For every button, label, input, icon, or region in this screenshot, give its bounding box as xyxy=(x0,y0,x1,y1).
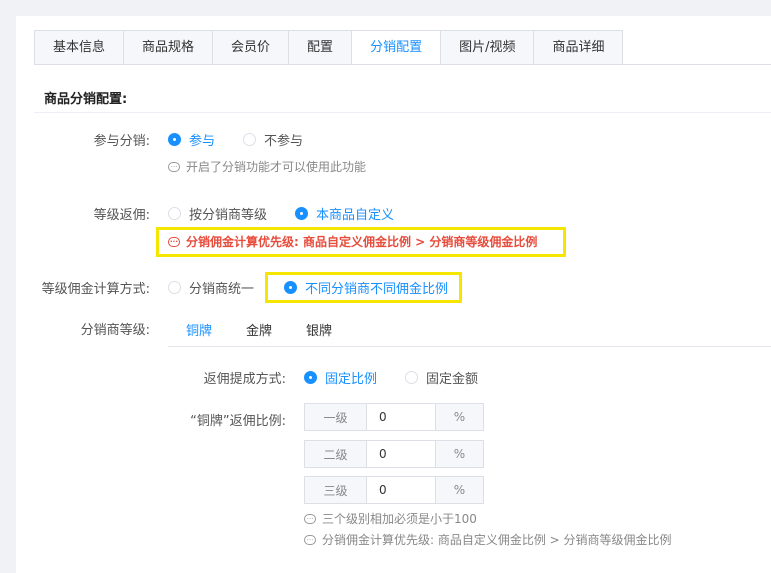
radio-dot xyxy=(243,133,257,146)
rate-sum-tip: ··· 三个级别相加必须是小于100 xyxy=(304,510,477,527)
radio-dot xyxy=(168,133,181,146)
tabs-divider xyxy=(34,64,771,65)
radio-calc-unified[interactable]: 分销商统一 xyxy=(168,278,254,297)
participate-tip: ··· 开启了分销功能才可以使用此功能 xyxy=(168,158,366,175)
level-rebate-radio-group: 按分销商等级 本商品自定义 xyxy=(168,204,422,223)
rate-priority-tip: ··· 分销佣金计算优先级: 商品自定义佣金比例 > 分销商等级佣金比例 xyxy=(304,531,672,548)
rebate-method-label: 返佣提成方式: xyxy=(203,372,286,387)
info-icon: ··· xyxy=(168,236,180,247)
radio-rebate-by-level[interactable]: 按分销商等级 xyxy=(168,204,267,223)
rate-level-prefix: 二级 xyxy=(304,440,366,468)
radio-fixed-amount[interactable]: 固定金额 xyxy=(405,368,478,387)
tab-member-price[interactable]: 会员价 xyxy=(212,30,289,65)
tab-config[interactable]: 配置 xyxy=(288,30,352,65)
radio-dot xyxy=(295,207,309,220)
rate-input-level-2[interactable]: 0 xyxy=(366,440,436,468)
rate-row-level-2: 二级 0 % xyxy=(304,440,484,468)
level-tab-silver[interactable]: 银牌 xyxy=(306,320,332,347)
calc-method-label: 等级佣金计算方式: xyxy=(41,282,150,297)
info-icon: ··· xyxy=(304,513,316,524)
info-icon: ··· xyxy=(168,161,180,172)
rate-unit-suffix: % xyxy=(436,403,484,431)
rate-unit-suffix: % xyxy=(436,440,484,468)
rate-level-prefix: 三级 xyxy=(304,476,366,504)
tab-distribution[interactable]: 分销配置 xyxy=(351,30,441,65)
radio-dot xyxy=(304,371,317,384)
priority-tip: ··· 分销佣金计算优先级: 商品自定义佣金比例 > 分销商等级佣金比例 xyxy=(168,235,538,249)
participate-label: 参与分销: xyxy=(93,134,150,149)
tab-detail[interactable]: 商品详细 xyxy=(533,30,624,65)
level-tabs-divider xyxy=(168,346,771,347)
rate-label: “铜牌”返佣比例: xyxy=(190,414,286,429)
level-tab-gold[interactable]: 金牌 xyxy=(246,320,272,347)
rate-input-level-3[interactable]: 0 xyxy=(366,476,436,504)
rate-row-level-3: 三级 0 % xyxy=(304,476,484,504)
rate-unit-suffix: % xyxy=(436,476,484,504)
radio-dot xyxy=(168,207,181,220)
section-title: 商品分销配置: xyxy=(44,92,128,107)
radio-rebate-custom[interactable]: 本商品自定义 xyxy=(295,204,394,223)
radio-dot xyxy=(168,281,181,294)
tab-basic-info[interactable]: 基本信息 xyxy=(34,30,124,65)
level-rebate-label: 等级返佣: xyxy=(93,208,150,223)
product-tabs: 基本信息 商品规格 会员价 配置 分销配置 图片/视频 商品详细 xyxy=(34,30,624,65)
section-divider xyxy=(34,112,771,113)
participate-radio-group: 参与 不参与 xyxy=(168,130,331,149)
level-tab-bronze[interactable]: 铜牌 xyxy=(186,320,212,347)
rate-level-prefix: 一级 xyxy=(304,403,366,431)
rate-input-level-1[interactable]: 0 xyxy=(366,403,436,431)
tab-media[interactable]: 图片/视频 xyxy=(440,30,534,65)
distributor-level-tabs: 铜牌 金牌 银牌 xyxy=(186,320,366,347)
radio-dot xyxy=(405,371,419,384)
rate-row-level-1: 一级 0 % xyxy=(304,403,484,431)
rebate-method-radio-group: 固定比例 固定金额 xyxy=(304,368,506,387)
product-edit-card: 基本信息 商品规格 会员价 配置 分销配置 图片/视频 商品详细 商品分销配置:… xyxy=(16,16,771,573)
tab-spec[interactable]: 商品规格 xyxy=(123,30,213,65)
radio-fixed-ratio[interactable]: 固定比例 xyxy=(304,368,377,387)
distributor-level-label: 分销商等级: xyxy=(80,323,150,338)
radio-participate-yes[interactable]: 参与 xyxy=(168,130,215,149)
radio-participate-no[interactable]: 不参与 xyxy=(243,130,303,149)
info-icon: ··· xyxy=(304,534,316,545)
highlight-box-calc-method xyxy=(265,272,462,303)
